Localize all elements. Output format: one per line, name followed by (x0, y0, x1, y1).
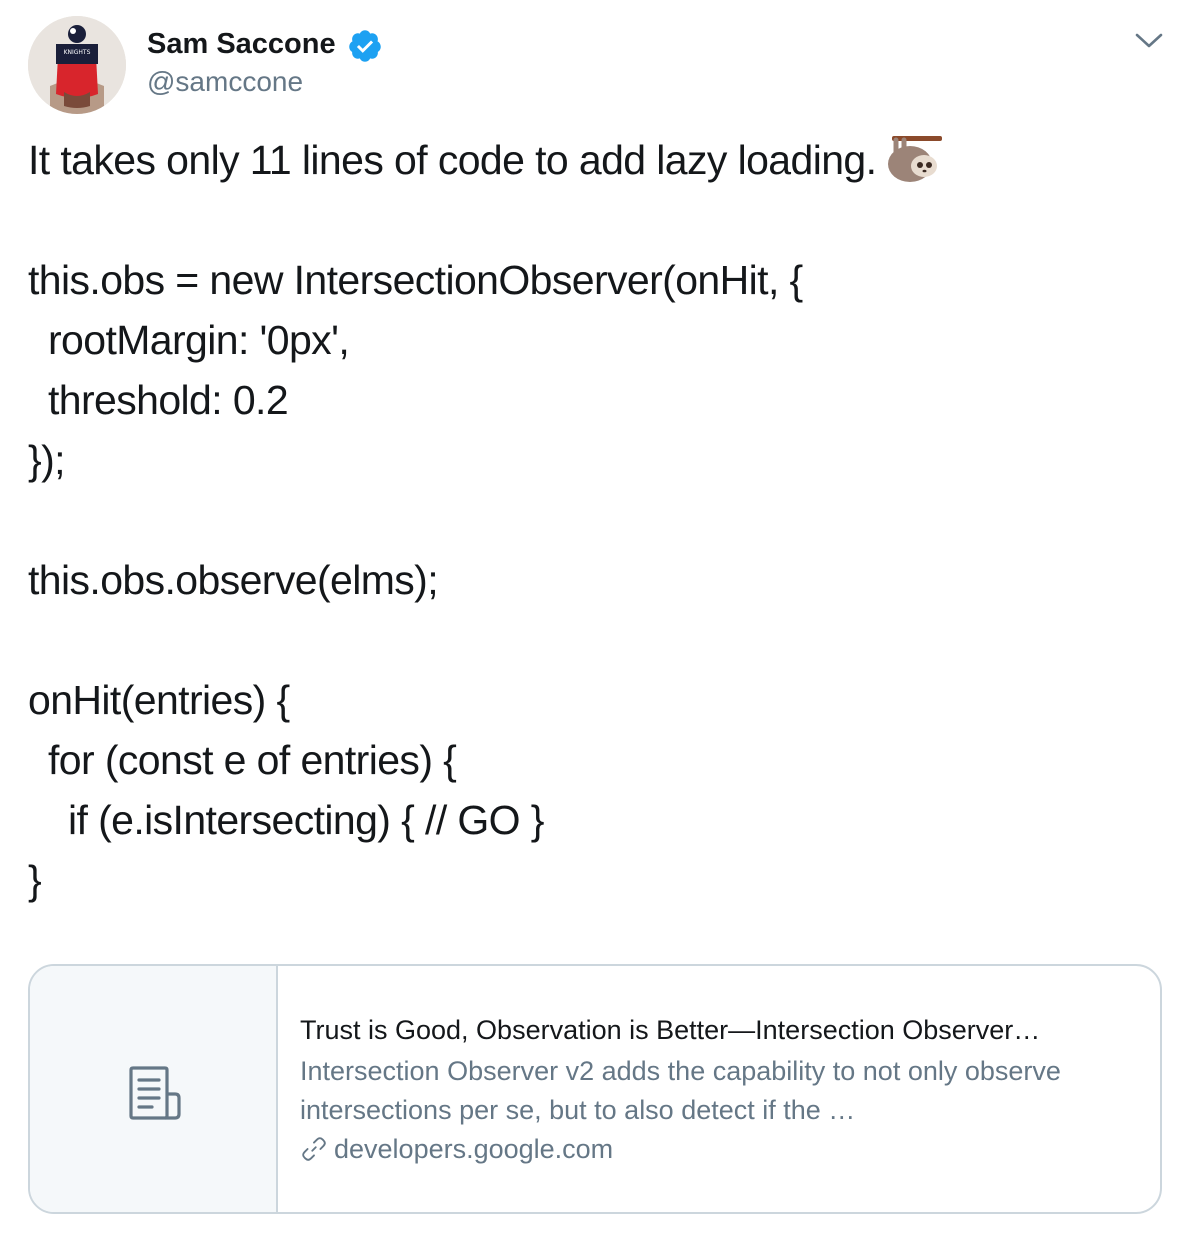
card-description: Intersection Observer v2 adds the capabi… (300, 1056, 1061, 1125)
card-domain: developers.google.com (300, 1129, 613, 1169)
tweet-line: this.obs = new IntersectionObserver(onHi… (28, 257, 803, 303)
tweet-line: this.obs.observe(elms); (28, 557, 439, 603)
tweet-line (28, 190, 1168, 250)
display-name[interactable]: Sam Saccone (147, 26, 336, 62)
tweet-line: onHit(entries) { (28, 677, 290, 723)
sloth-icon (888, 136, 943, 183)
tweet-line: rootMargin: '0px', (48, 317, 350, 363)
tweet-line: } (28, 857, 42, 903)
chevron-down-icon[interactable] (1132, 26, 1166, 56)
svg-text:KNIGHTS: KNIGHTS (64, 49, 91, 56)
tweet-line: for (const e of entries) { (48, 737, 457, 783)
tweet-line (28, 490, 1168, 550)
tweet-line: }); (28, 437, 66, 483)
document-icon (129, 1066, 181, 1120)
tweet-line: if (e.isIntersecting) { // GO } (68, 797, 544, 843)
card-title: Trust is Good, Observation is Better—Int… (300, 1015, 1041, 1045)
card-domain-text: developers.google.com (334, 1134, 614, 1164)
card-thumbnail (30, 966, 278, 1212)
tweet-line (28, 610, 1168, 670)
user-handle[interactable]: @samccone (147, 64, 303, 100)
link-preview-card[interactable]: Trust is Good, Observation is Better—Int… (28, 964, 1162, 1214)
tweet-text: It takes only 11 lines of code to add la… (28, 130, 1168, 910)
verified-badge-icon (349, 30, 381, 62)
tweet-line: It takes only 11 lines of code to add la… (28, 130, 1168, 190)
tweet-line: threshold: 0.2 (48, 377, 289, 423)
avatar[interactable]: KNIGHTS (28, 16, 126, 114)
link-icon (302, 1137, 326, 1161)
